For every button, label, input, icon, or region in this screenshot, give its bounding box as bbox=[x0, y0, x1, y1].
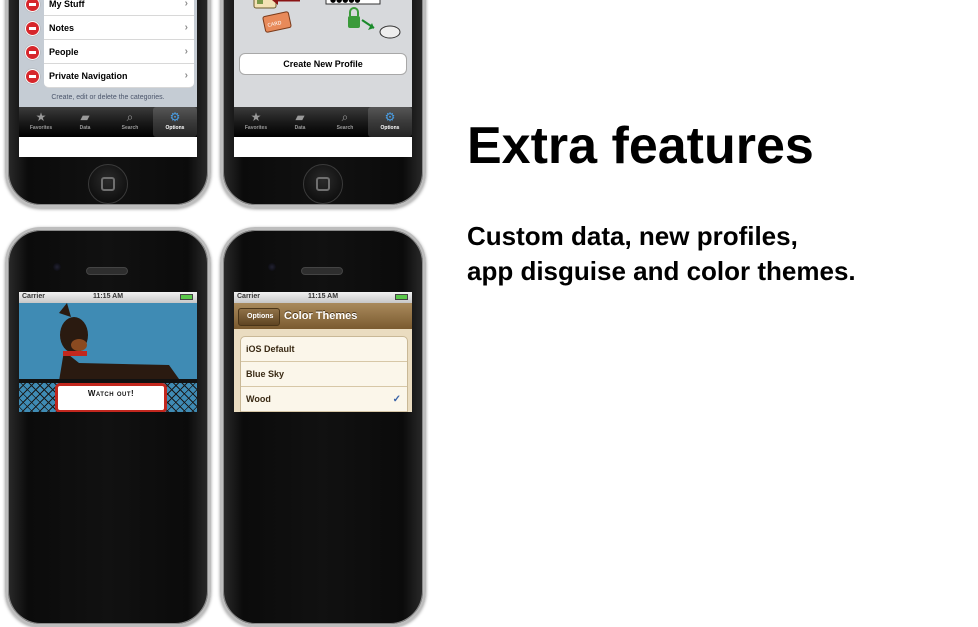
screen-disguise: Carrier 11:15 AM Watch out! bbox=[19, 292, 197, 412]
back-button-options[interactable]: Options bbox=[238, 308, 281, 326]
battery-icon bbox=[395, 294, 408, 300]
screen-color-themes: Carrier 11:15 AM Options Color Themes iO… bbox=[234, 292, 412, 412]
home-button[interactable] bbox=[303, 164, 343, 204]
battery-icon bbox=[180, 294, 193, 300]
phone-disguise: Carrier 11:15 AM Watch out! bbox=[5, 227, 211, 627]
speaker-grille bbox=[301, 267, 343, 275]
theme-row-ios-default[interactable]: iOS Default bbox=[241, 337, 407, 362]
delete-minus-icon[interactable] bbox=[25, 69, 40, 84]
tab-search[interactable]: ⌕ Search bbox=[108, 107, 152, 137]
camera-icon bbox=[268, 263, 276, 271]
tab-options[interactable]: ⚙ Options bbox=[368, 107, 412, 137]
status-time: 11:15 AM bbox=[92, 293, 124, 300]
checkmark-icon: ✓ bbox=[392, 394, 401, 405]
page-title: Color Themes bbox=[284, 310, 358, 322]
category-row[interactable]: Notes › bbox=[19, 16, 197, 40]
theme-label: iOS Default bbox=[246, 344, 295, 354]
create-new-profile-button[interactable]: Create New Profile bbox=[239, 53, 407, 75]
tab-search[interactable]: ⌕ Search bbox=[323, 107, 367, 137]
star-icon: ★ bbox=[250, 110, 262, 124]
theme-row-wood[interactable]: Wood ✓ bbox=[241, 387, 407, 412]
status-time: 11:15 AM bbox=[307, 293, 339, 300]
category-row[interactable]: My Stuff › bbox=[19, 0, 197, 16]
status-bar: Carrier 11:15 AM bbox=[234, 292, 412, 303]
screen-categories: My Stuff › Notes › People › Private Navigat… bbox=[19, 0, 197, 157]
watch-out-sign: Watch out! bbox=[55, 383, 167, 412]
category-label: People bbox=[49, 47, 79, 57]
dog-ear-icon bbox=[59, 303, 71, 317]
theme-label: Blue Sky bbox=[246, 369, 285, 379]
chevron-right-icon: › bbox=[184, 22, 188, 33]
password-mask: ●●●●● bbox=[330, 0, 361, 4]
chevron-right-icon: › bbox=[184, 46, 188, 57]
folder-icon: ▰ bbox=[295, 110, 305, 124]
delete-minus-icon[interactable] bbox=[25, 45, 40, 60]
category-row[interactable]: Private Navigation › bbox=[19, 64, 197, 88]
nav-bar: Options Color Themes bbox=[234, 303, 412, 329]
profile-illustration-svg: ●●●●● CARD bbox=[253, 0, 401, 39]
chevron-right-icon: › bbox=[184, 0, 188, 9]
camera-icon bbox=[53, 263, 61, 271]
category-label: Notes bbox=[49, 23, 75, 33]
phone-categories: My Stuff › Notes › People › Private Navigat… bbox=[5, 0, 211, 208]
lock-icon bbox=[348, 16, 360, 28]
delete-minus-icon[interactable] bbox=[25, 0, 40, 12]
screen-profiles: ●●●●● CARD Create New Profile ★ Favorites… bbox=[234, 0, 412, 157]
search-icon: ⌕ bbox=[341, 110, 349, 124]
phone-profiles: ●●●●● CARD Create New Profile ★ Favorites… bbox=[220, 0, 426, 208]
status-bar: Carrier 11:15 AM bbox=[19, 292, 197, 303]
categories-list: My Stuff › Notes › People › Private Navigat… bbox=[19, 0, 197, 107]
tab-bar: ★ Favorites ▰ Data ⌕ Search ⚙ Options bbox=[234, 107, 412, 137]
tab-bar: ★ Favorites ▰ Data ⌕ Search ⚙ Options bbox=[19, 107, 197, 137]
chevron-right-icon: › bbox=[184, 70, 188, 81]
categories-footer-note: Create, edit or delete the categories. bbox=[51, 94, 165, 101]
theme-row-blue-sky[interactable]: Blue Sky bbox=[241, 362, 407, 387]
gear-icon: ⚙ bbox=[169, 110, 181, 124]
subline-1: Custom data, new profiles, bbox=[467, 221, 798, 251]
category-row[interactable]: People › bbox=[19, 40, 197, 64]
phone-color-themes: Carrier 11:15 AM Options Color Themes iO… bbox=[220, 227, 426, 627]
subline-2: app disguise and color themes. bbox=[467, 256, 856, 286]
id-photo-icon bbox=[257, 0, 263, 4]
star-icon: ★ bbox=[35, 110, 47, 124]
tab-data[interactable]: ▰ Data bbox=[63, 107, 107, 137]
mask-icon bbox=[379, 25, 401, 39]
dog-collar-icon bbox=[63, 351, 87, 356]
tab-favorites[interactable]: ★ Favorites bbox=[234, 107, 278, 137]
folder-icon: ▰ bbox=[80, 110, 90, 124]
search-icon: ⌕ bbox=[126, 110, 134, 124]
speaker-grille bbox=[86, 267, 128, 275]
profiles-illustration: ●●●●● CARD Create New Profile bbox=[234, 0, 412, 107]
category-label: Private Navigation bbox=[49, 71, 128, 81]
delete-minus-icon[interactable] bbox=[25, 21, 40, 36]
category-label: My Stuff bbox=[49, 0, 85, 9]
home-button[interactable] bbox=[88, 164, 128, 204]
tab-favorites[interactable]: ★ Favorites bbox=[19, 107, 63, 137]
headline: Extra features bbox=[467, 117, 814, 175]
gear-icon: ⚙ bbox=[384, 110, 396, 124]
tab-options[interactable]: ⚙ Options bbox=[153, 107, 197, 137]
theme-label: Wood bbox=[246, 394, 271, 404]
themes-list: iOS Default Blue Sky Wood ✓ bbox=[240, 336, 408, 412]
tab-data[interactable]: ▰ Data bbox=[278, 107, 322, 137]
